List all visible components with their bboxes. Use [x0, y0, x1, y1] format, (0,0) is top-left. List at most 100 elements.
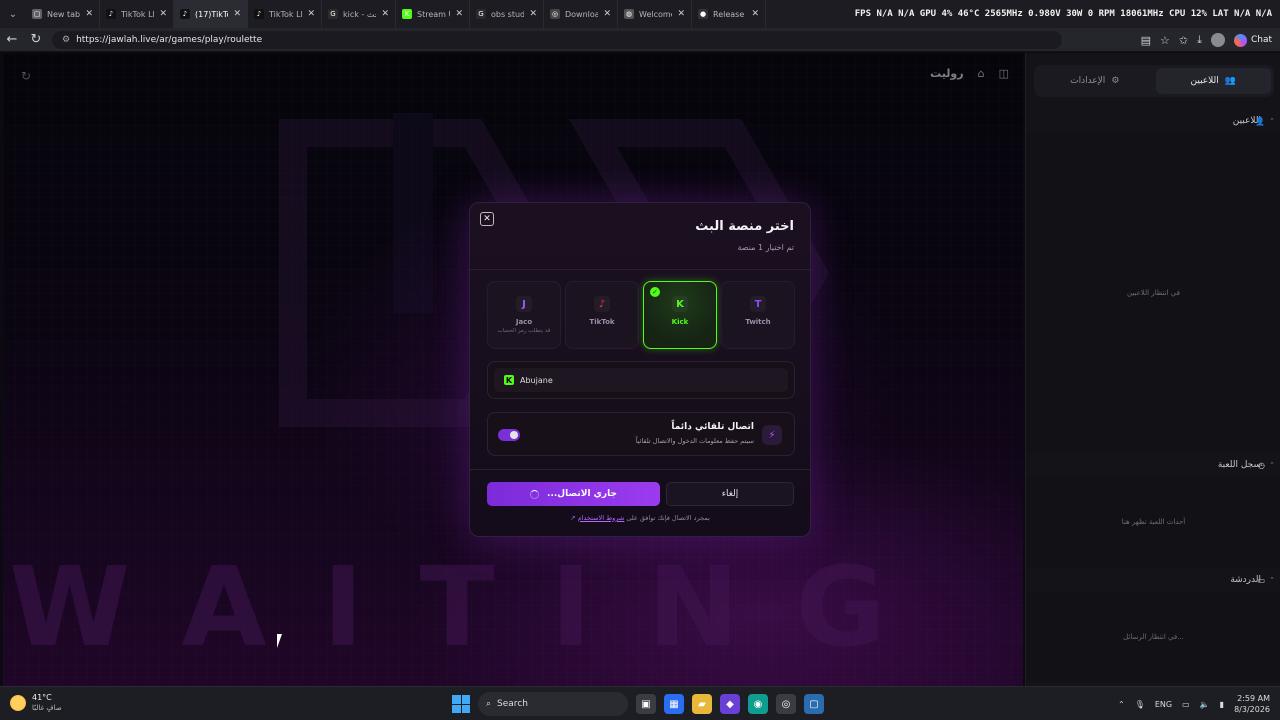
tab-settings[interactable]: الإعدادات ⚙ [1037, 68, 1153, 94]
file-explorer-icon[interactable]: ▰ [692, 694, 712, 714]
tab-label: Welcome [639, 9, 673, 19]
tab-label: (17)TikTok [195, 9, 228, 19]
clock[interactable]: 2:59 AM 8/3/2026 [1234, 693, 1270, 715]
windows-start-icon[interactable] [452, 695, 470, 713]
microphone-icon[interactable]: 🎙 [1135, 700, 1145, 709]
connect-button[interactable]: جاري الاتصال... [487, 482, 660, 506]
platform-option-tiktok[interactable]: ♪ TikTok [565, 281, 639, 349]
kick-logo-icon: K [672, 296, 688, 312]
browser-tab[interactable]: ▢ New tab ✕ [26, 0, 100, 28]
tab-favicon-icon: ◎ [550, 9, 560, 19]
tab-close-icon[interactable]: ✕ [455, 9, 463, 19]
game-log-section-body: أحداث اللعبة تظهر هنا [1026, 477, 1280, 567]
tab-favicon-icon: K [402, 9, 412, 19]
platform-option-twitch[interactable]: T Twitch [721, 281, 795, 349]
reading-mode-icon[interactable]: ▤ [1141, 34, 1151, 47]
app-window-icon[interactable]: ▢ [804, 694, 824, 714]
tab-favicon-icon: G [476, 9, 486, 19]
username-box: K Abujane [487, 361, 795, 399]
tray-overflow-icon[interactable]: ⌃ [1118, 700, 1125, 709]
tab-label: Downloa [565, 9, 599, 19]
weather-widget[interactable]: 41°C صافٍ غالبًا [10, 692, 62, 714]
tab-close-icon[interactable]: ✕ [603, 9, 611, 19]
task-view-icon[interactable]: ▣ [636, 694, 656, 714]
username-field[interactable]: K Abujane [494, 368, 788, 392]
speaker-icon[interactable]: 🔈 [1200, 700, 1210, 709]
tab-close-icon[interactable]: ✕ [381, 9, 389, 19]
chat-label: Chat [1250, 35, 1272, 45]
taskbar-search[interactable]: ⌕ Search [478, 692, 628, 716]
check-icon: ✓ [650, 287, 660, 297]
download-icon[interactable]: ⤓ [1197, 33, 1202, 47]
battery-icon[interactable]: ▮ [1220, 700, 1224, 709]
cancel-button[interactable]: إلغاء [666, 482, 794, 506]
edge-browser-icon[interactable]: ◉ [748, 694, 768, 714]
copilot-chat-button[interactable]: Chat [1233, 33, 1272, 47]
bookmark-star-icon[interactable]: ☆ [1160, 34, 1170, 47]
platform-note: قد يتطلب رمز الحساب [497, 328, 551, 334]
copilot-icon [1233, 33, 1247, 47]
tab-close-icon[interactable]: ✕ [751, 9, 759, 19]
store-icon[interactable]: ▦ [664, 694, 684, 714]
tab-favicon-icon: ● [698, 9, 708, 19]
search-icon: ⌕ [486, 699, 492, 709]
tab-label: Stream U [417, 9, 450, 19]
sidebar-tabs: الإعدادات ⚙ اللاعبين 👥 [1034, 65, 1274, 97]
page-viewport: WAITING ↻ روليت ⌂ ◫ الإعدادات ⚙ اللاعبين… [0, 53, 1280, 686]
dialog-subtitle: تم اختيار 1 منصة [737, 243, 795, 252]
game-log-section-header[interactable]: سجل اللعبة ◷ ⌃ [1026, 455, 1280, 475]
display-icon[interactable]: ▭ [1182, 700, 1190, 709]
system-tray: ⌃ 🎙 ENG ▭ 🔈 ▮ 2:59 AM 8/3/2026 [1118, 691, 1270, 717]
terms-link[interactable]: شروط الاستخدام [578, 514, 625, 522]
profile-avatar[interactable] [1210, 33, 1225, 47]
browser-tab[interactable]: Gobs studi ✕ [470, 0, 544, 28]
external-link-icon[interactable]: ↗ [570, 514, 575, 522]
obs-icon[interactable]: ◎ [776, 694, 796, 714]
toolbar-actions: ▤ ☆ ✩ ⤓ Chat [1141, 28, 1272, 52]
jaco-logo-icon: J [516, 296, 532, 312]
reload-icon[interactable]: ↻ [24, 28, 48, 52]
search-label: Search [497, 699, 528, 709]
browser-tab[interactable]: ◍ Welcome ✕ [618, 0, 692, 28]
browser-tab[interactable]: Gkick - بحث ✕ [322, 0, 396, 28]
tab-label: TikTok LIV [269, 9, 302, 19]
back-arrow-icon[interactable]: ← [0, 28, 24, 52]
browser-tab[interactable]: ● Release O ✕ [692, 0, 766, 28]
tabs-container: ▢ New tab ✕ ♪ TikTok LIV ✕ ♪ (17)TikTok ✕ ♪ TikTok… [26, 0, 766, 28]
auto-connect-toggle[interactable] [498, 429, 520, 441]
tab-close-icon[interactable]: ✕ [307, 9, 315, 19]
platform-option-jaco[interactable]: J Jaco قد يتطلب رمز الحساب [487, 281, 561, 349]
tab-players[interactable]: اللاعبين 👥 [1155, 68, 1271, 94]
browser-tab[interactable]: ♪ TikTok LIV ✕ [248, 0, 322, 28]
chat-section-header[interactable]: الدردشة ▭ ⌃ [1026, 570, 1280, 590]
tab-close-icon[interactable]: ✕ [85, 9, 93, 19]
close-icon[interactable]: ✕ [480, 212, 494, 226]
tab-close-icon[interactable]: ✕ [677, 9, 685, 19]
site-info-icon[interactable]: ⚙ [62, 35, 70, 45]
weather-text: 41°C صافٍ غالبًا [32, 692, 62, 714]
tab-close-icon[interactable]: ✕ [529, 9, 537, 19]
chevron-up-icon: ⌃ [1269, 576, 1275, 584]
tab-close-icon[interactable]: ✕ [159, 9, 167, 19]
color-app-icon[interactable]: ◆ [720, 694, 740, 714]
players-section-header[interactable]: اللاعبين 👤 ⌃ [1026, 111, 1280, 131]
tab-close-icon[interactable]: ✕ [233, 9, 241, 19]
tab-label: kick - بحث [343, 9, 376, 19]
browser-tab[interactable]: ♪ TikTok LIV ✕ [100, 0, 174, 28]
tab-label: TikTok LIV [121, 9, 154, 19]
tab-search-chevron-icon[interactable]: ⌄ [0, 0, 26, 28]
platform-option-kick[interactable]: ✓ K Kick [643, 281, 717, 349]
tab-favicon-icon: ▢ [32, 9, 42, 19]
tab-label: New tab [47, 9, 81, 19]
lightning-icon: ⚡ [762, 425, 782, 445]
browser-tab[interactable]: ◎ Downloa ✕ [544, 0, 618, 28]
players-empty-text: في انتظار اللاعبين [1127, 289, 1180, 297]
language-indicator[interactable]: ENG [1155, 700, 1172, 709]
sliders-icon: ⚙ [1111, 76, 1120, 86]
favorites-icon[interactable]: ✩ [1179, 34, 1188, 47]
auto-connect-description: سيتم حفظ معلومات الدخول والاتصال تلقائيا… [635, 437, 754, 445]
browser-tab[interactable]: K Stream U ✕ [396, 0, 470, 28]
browser-tab[interactable]: ♪ (17)TikTok ✕ [174, 0, 248, 28]
address-bar[interactable]: ⚙ https://jawlah.live/ar/games/play/roul… [52, 30, 1062, 49]
settings-tab-label: الإعدادات [1070, 76, 1106, 86]
